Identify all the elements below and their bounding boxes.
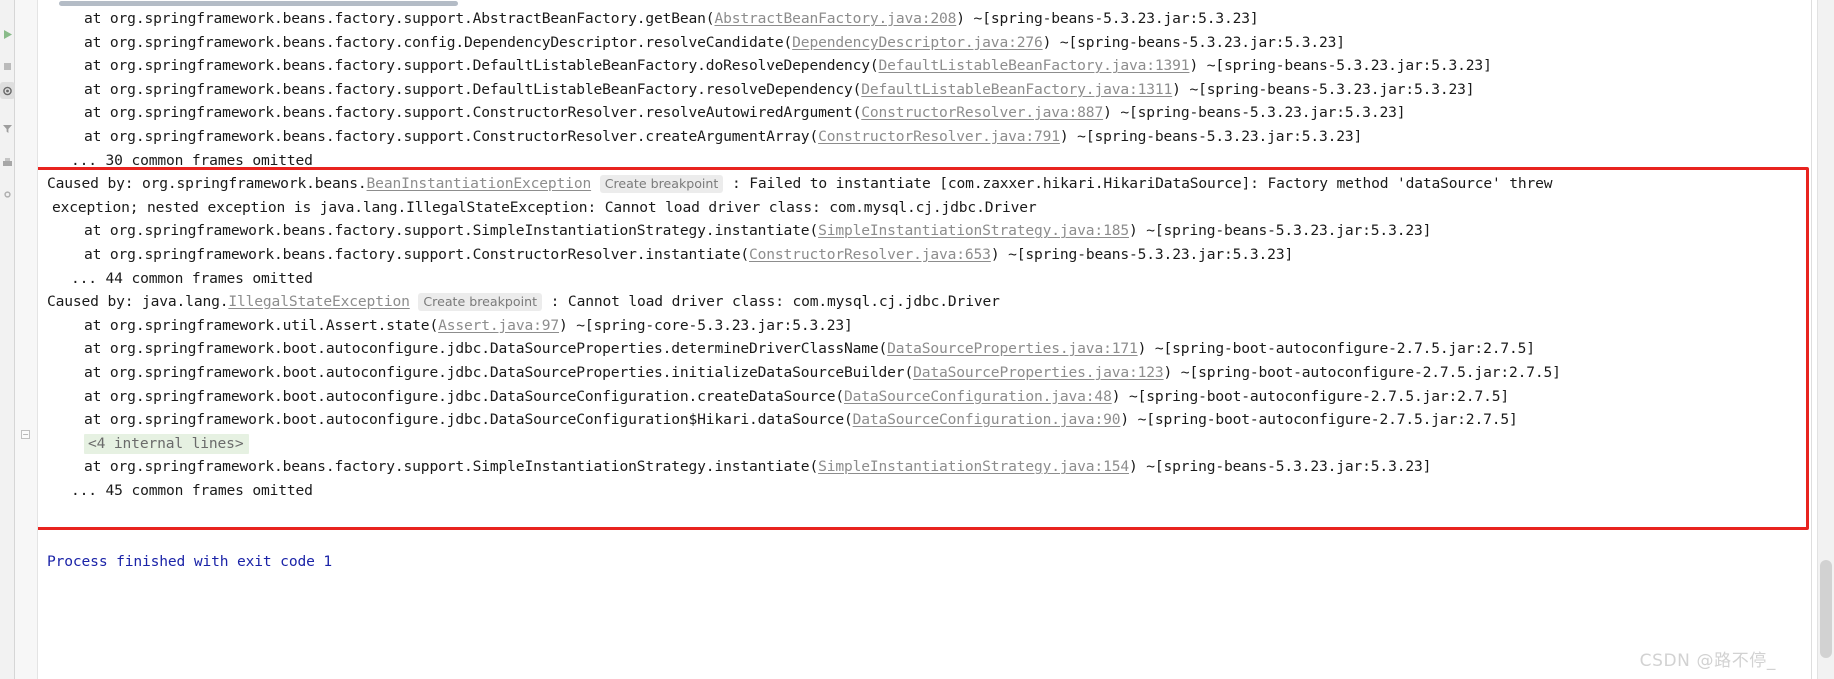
vertical-scrollbar[interactable] [1817, 0, 1834, 679]
console-text: Caused by: org.springframework.beans. [47, 175, 367, 193]
settings-icon[interactable] [1, 188, 14, 201]
console-line: ... 44 common frames omitted [38, 267, 1816, 291]
console-text: Caused by: java.lang. [47, 293, 229, 311]
source-link[interactable]: DefaultListableBeanFactory.java:1391 [879, 57, 1190, 74]
source-link[interactable]: ConstructorResolver.java:653 [749, 246, 991, 263]
console-line: at org.springframework.beans.factory.sup… [38, 219, 1816, 243]
source-link[interactable]: AbstractBeanFactory.java:208 [714, 10, 956, 27]
console-text: ) ~[spring-beans-5.3.23.jar:5.3.23] [956, 10, 1259, 27]
console-text: ) ~[spring-boot-autoconfigure-2.7.5.jar:… [1120, 411, 1518, 429]
console-text: ) ~[spring-boot-autoconfigure-2.7.5.jar:… [1111, 387, 1509, 405]
console-text: at org.springframework.boot.autoconfigur… [84, 387, 844, 405]
console-line: at org.springframework.beans.factory.sup… [38, 101, 1816, 125]
console-line: Caused by: java.lang.IllegalStateExcepti… [38, 290, 1816, 314]
source-link[interactable]: DataSourceConfiguration.java:48 [844, 388, 1112, 405]
filter-icon[interactable] [1, 122, 14, 135]
console-line: at org.springframework.util.Assert.state… [38, 314, 1816, 338]
internal-lines-fold-label[interactable]: <4 internal lines> [84, 433, 250, 454]
console-text: ) ~[spring-beans-5.3.23.jar:5.3.23] [1189, 57, 1492, 75]
console-line: exception; nested exception is java.lang… [38, 196, 1816, 220]
console-text: at org.springframework.beans.factory.sup… [84, 222, 819, 240]
console-text: at org.springframework.beans.factory.sup… [84, 10, 715, 27]
console-line: at org.springframework.boot.autoconfigur… [38, 361, 1816, 385]
console-text: ) ~[spring-beans-5.3.23.jar:5.3.23] [1128, 222, 1432, 240]
console-text: at org.springframework.beans.factory.sup… [84, 127, 819, 145]
console-text: : Failed to instantiate [com.zaxxer.hika… [732, 175, 1553, 193]
console-line: at org.springframework.beans.factory.sup… [38, 54, 1816, 78]
source-link[interactable]: SimpleInstantiationStrategy.java:154 [818, 458, 1129, 475]
console-line: Process finished with exit code 1 [38, 550, 1816, 574]
console-line: at org.springframework.boot.autoconfigur… [38, 337, 1816, 361]
source-link[interactable]: Assert.java:97 [438, 317, 559, 334]
console-line: at org.springframework.beans.factory.sup… [38, 243, 1816, 267]
console-line: at org.springframework.beans.factory.con… [38, 31, 1816, 55]
create-breakpoint-badge[interactable]: Create breakpoint [599, 175, 724, 194]
run-console-screen: − at org.springframework.beans.factory.s… [0, 0, 1834, 679]
console-line: at org.springframework.boot.autoconfigur… [38, 408, 1816, 432]
source-link[interactable]: ConstructorResolver.java:887 [861, 104, 1103, 121]
console-line: at org.springframework.beans.factory.sup… [38, 125, 1816, 149]
console-line: ... 30 common frames omitted [38, 149, 1816, 173]
run-tool-window-side-toolbar[interactable] [0, 0, 15, 679]
console-gutter: − [15, 0, 38, 679]
console-text: ... 45 common frames omitted [71, 481, 313, 499]
source-link[interactable]: DefaultListableBeanFactory.java:1311 [861, 81, 1172, 98]
console-text: ... 44 common frames omitted [71, 269, 313, 287]
print-icon[interactable] [1, 156, 14, 169]
debug-icon[interactable] [0, 82, 15, 99]
console-line: ... 45 common frames omitted [38, 479, 1816, 503]
console-text: ) ~[spring-boot-autoconfigure-2.7.5.jar:… [1163, 363, 1561, 381]
collapsed-internal-lines-fold-icon[interactable]: − [21, 430, 30, 439]
console-text: at org.springframework.beans.factory.sup… [84, 57, 879, 75]
source-link[interactable]: ConstructorResolver.java:791 [818, 128, 1060, 145]
console-text: ) ~[spring-beans-5.3.23.jar:5.3.23] [1059, 127, 1363, 145]
console-text: at org.springframework.boot.autoconfigur… [84, 411, 853, 429]
console-text: at org.springframework.beans.factory.sup… [84, 458, 819, 476]
stop-icon[interactable] [1, 60, 14, 73]
horizontal-scrollbar[interactable] [38, 0, 1816, 7]
process-exit-text: Process finished with exit code 1 [47, 552, 332, 570]
console-text: at org.springframework.beans.factory.sup… [84, 104, 862, 122]
source-link[interactable]: DependencyDescriptor.java:276 [792, 34, 1043, 51]
console-text: at org.springframework.boot.autoconfigur… [84, 363, 914, 381]
console-text: : Cannot load driver class: com.mysql.cj… [550, 293, 1000, 311]
console-text: at org.springframework.boot.autoconfigur… [84, 340, 888, 358]
exception-link[interactable]: BeanInstantiationException [367, 175, 592, 192]
console-text: ... 30 common frames omitted [71, 151, 313, 169]
console-text: at org.springframework.beans.factory.con… [84, 33, 793, 51]
console-text: at org.springframework.util.Assert.state… [84, 316, 439, 334]
console-output[interactable]: at org.springframework.beans.factory.sup… [38, 7, 1816, 679]
create-breakpoint-badge[interactable]: Create breakpoint [418, 293, 543, 312]
source-link[interactable]: DataSourceConfiguration.java:90 [853, 411, 1121, 428]
console-text: ) ~[spring-beans-5.3.23.jar:5.3.23] [1042, 33, 1345, 51]
console-text: ) ~[spring-beans-5.3.23.jar:5.3.23] [1128, 458, 1432, 476]
console-line: <4 internal lines> [38, 432, 1816, 456]
console-text: ) ~[spring-boot-autoconfigure-2.7.5.jar:… [1137, 340, 1535, 358]
exception-link[interactable]: IllegalStateException [228, 293, 410, 310]
console-line: at org.springframework.beans.factory.sup… [38, 455, 1816, 479]
console-line: Caused by: org.springframework.beans.Bea… [38, 172, 1816, 196]
csdn-watermark: CSDN @路不停_ [1639, 651, 1776, 671]
console-text: ) ~[spring-beans-5.3.23.jar:5.3.23] [1103, 104, 1406, 122]
console-text: ) ~[spring-core-5.3.23.jar:5.3.23] [559, 316, 853, 334]
console-text: at org.springframework.beans.factory.sup… [84, 245, 749, 263]
console-text: ) ~[spring-beans-5.3.23.jar:5.3.23] [1172, 80, 1475, 98]
console-text: ) ~[spring-beans-5.3.23.jar:5.3.23] [990, 245, 1294, 263]
source-link[interactable]: SimpleInstantiationStrategy.java:185 [818, 222, 1129, 239]
console-line: at org.springframework.boot.autoconfigur… [38, 385, 1816, 409]
console-line: at org.springframework.beans.factory.sup… [38, 7, 1816, 31]
horizontal-scroll-thumb[interactable] [59, 1, 458, 6]
console-line: at org.springframework.beans.factory.sup… [38, 78, 1816, 102]
source-link[interactable]: DataSourceProperties.java:171 [887, 340, 1138, 357]
scrollbar-divider [1811, 0, 1812, 679]
console-text: exception; nested exception is java.lang… [52, 198, 1037, 216]
console-text: at org.springframework.beans.factory.sup… [84, 80, 862, 98]
source-link[interactable]: DataSourceProperties.java:123 [913, 364, 1164, 381]
vertical-scroll-thumb[interactable] [1820, 560, 1832, 658]
rerun-icon[interactable] [1, 28, 14, 41]
